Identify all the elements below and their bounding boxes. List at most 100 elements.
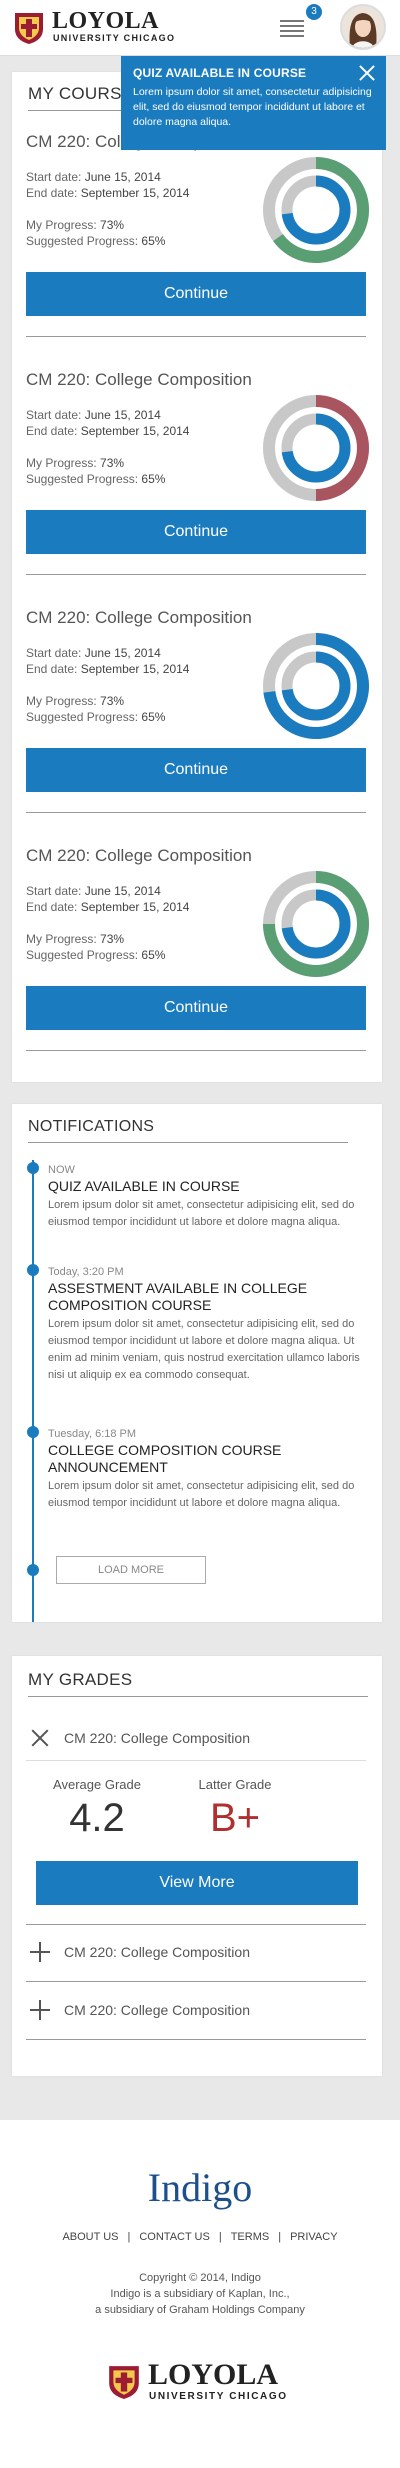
notification-body: Lorem ipsum dolor sit amet, consectetur … xyxy=(48,1480,355,1509)
logo-name: LOYOLA xyxy=(52,8,160,34)
close-icon[interactable] xyxy=(358,64,376,82)
end-date: End date: September 15, 2014 xyxy=(26,662,189,676)
plus-icon[interactable] xyxy=(30,2000,50,2020)
notification-headline: QUIZ AVAILABLE IN COURSE xyxy=(48,1178,240,1194)
my-progress-value: 73% xyxy=(100,932,125,946)
end-date: End date: September 15, 2014 xyxy=(26,186,189,200)
start-date: Start date: June 15, 2014 xyxy=(26,646,161,660)
menu-button[interactable] xyxy=(278,17,306,39)
course-item: CM 220: College Composition Start date: … xyxy=(12,846,382,1066)
course-item: CM 220: College Composition Start date: … xyxy=(12,132,382,352)
end-date-value: September 15, 2014 xyxy=(80,424,190,438)
suggested-progress: Suggested Progress: 65% xyxy=(26,710,165,724)
continue-button[interactable]: Continue xyxy=(26,272,366,316)
course-name[interactable]: CM 220: College Composition xyxy=(26,846,252,866)
my-progress-label: My Progress: xyxy=(26,932,97,946)
grade-row-expanded[interactable]: CM 220: College Composition xyxy=(26,1718,366,1758)
notification-item[interactable]: NOW QUIZ AVAILABLE IN COURSE Lorem ipsum… xyxy=(48,1164,368,1231)
course-item: CM 220: College Composition Start date: … xyxy=(12,370,382,590)
footer-logo-name: LOYOLA xyxy=(148,2358,279,2391)
footer-links: ABOUT US | CONTACT US | TERMS | PRIVACY xyxy=(62,2231,338,2243)
timeline-dot xyxy=(27,1264,39,1276)
notification-count-badge: 3 xyxy=(306,4,322,20)
footer-link-contact[interactable]: CONTACT US xyxy=(139,2231,210,2243)
latter-grade-value: B+ xyxy=(209,1796,261,1840)
app-header: LOYOLA UNIVERSITY CHICAGO 3 xyxy=(0,0,400,56)
notification-headline: COLLEGE COMPOSITION COURSE ANNOUNCEMENT xyxy=(48,1442,282,1475)
continue-button[interactable]: Continue xyxy=(26,510,366,554)
footer-link-about[interactable]: ABOUT US xyxy=(62,2231,118,2243)
end-date-value: September 15, 2014 xyxy=(80,900,190,914)
suggested-progress-label: Suggested Progress: xyxy=(26,710,139,724)
progress-donut-chart xyxy=(263,395,369,501)
notification-body: Lorem ipsum dolor sit amet, consectetur … xyxy=(48,1318,360,1381)
start-date: Start date: June 15, 2014 xyxy=(26,170,161,184)
view-more-button[interactable]: View More xyxy=(36,1861,358,1905)
grade-course-name: CM 220: College Composition xyxy=(64,1944,250,1960)
my-grades-title: MY GRADES xyxy=(28,1670,133,1689)
suggested-progress-value: 65% xyxy=(141,472,166,486)
start-date-label: Start date: xyxy=(26,170,82,184)
grade-course-name: CM 220: College Composition xyxy=(64,2002,250,2018)
notification-time: NOW xyxy=(48,1164,75,1176)
row-divider xyxy=(26,1981,366,1982)
footer-link-terms[interactable]: TERMS xyxy=(231,2231,270,2243)
continue-button[interactable]: Continue xyxy=(26,748,366,792)
start-date-value: June 15, 2014 xyxy=(84,408,161,422)
timeline-dot xyxy=(27,1426,39,1438)
my-progress: My Progress: 73% xyxy=(26,694,124,708)
latter-grade-label: Latter Grade xyxy=(198,1777,272,1792)
grade-row-collapsed[interactable]: CM 220: College Composition xyxy=(26,1990,366,2030)
plus-icon[interactable] xyxy=(30,1942,50,1962)
average-grade-label: Average Grade xyxy=(53,1777,141,1792)
footer-logo-subtitle: UNIVERSITY CHICAGO xyxy=(149,2391,288,2402)
indigo-brand: Indigo xyxy=(147,2165,253,2210)
copyright-text: Copyright © 2014, Indigo Indigo is a sub… xyxy=(0,2270,400,2318)
grade-course-name: CM 220: College Composition xyxy=(64,1730,250,1746)
close-icon[interactable] xyxy=(30,1728,50,1748)
row-divider xyxy=(26,2039,366,2040)
title-divider xyxy=(28,1696,368,1697)
end-date-label: End date: xyxy=(26,900,78,914)
page-footer: Indigo ABOUT US | CONTACT US | TERMS | PRIVACY… xyxy=(0,2120,400,2468)
subsidiary-line: Indigo is a subsidiary of Kaplan, Inc., xyxy=(110,2288,290,2300)
average-grade-value: 4.2 xyxy=(69,1796,125,1840)
notification-item[interactable]: Tuesday, 6:18 PM COLLEGE COMPOSITION COU… xyxy=(48,1428,368,1512)
notification-time: Tuesday, 6:18 PM xyxy=(48,1428,137,1440)
continue-button[interactable]: Continue xyxy=(26,986,366,1030)
end-date-value: September 15, 2014 xyxy=(80,662,190,676)
notification-item[interactable]: Today, 3:20 PM ASSESTMENT AVAILABLE IN C… xyxy=(48,1266,368,1384)
start-date: Start date: June 15, 2014 xyxy=(26,884,161,898)
end-date: End date: September 15, 2014 xyxy=(26,424,189,438)
grade-row-collapsed[interactable]: CM 220: College Composition xyxy=(26,1932,366,1972)
end-date: End date: September 15, 2014 xyxy=(26,900,189,914)
suggested-progress-value: 65% xyxy=(141,234,166,248)
end-date-value: September 15, 2014 xyxy=(80,186,190,200)
start-date-label: Start date: xyxy=(26,646,82,660)
popup-title: QUIZ AVAILABLE IN COURSE xyxy=(133,66,307,80)
course-item: CM 220: College Composition Start date: … xyxy=(12,608,382,828)
end-date-label: End date: xyxy=(26,662,78,676)
my-progress-label: My Progress: xyxy=(26,218,97,232)
suggested-progress-value: 65% xyxy=(141,948,166,962)
popup-body: Lorem ipsum dolor sit amet, consectetur … xyxy=(133,86,372,128)
notification-headline: ASSESTMENT AVAILABLE IN COLLEGE COMPOSIT… xyxy=(48,1280,308,1313)
timeline-line xyxy=(32,1160,34,1622)
course-name[interactable]: CM 220: College Composition xyxy=(26,370,252,390)
start-date-label: Start date: xyxy=(26,884,82,898)
notification-time: Today, 3:20 PM xyxy=(48,1266,124,1278)
row-divider xyxy=(26,1760,366,1761)
my-progress: My Progress: 73% xyxy=(26,932,124,946)
course-name[interactable]: CM 220: College Composition xyxy=(26,608,252,628)
course-divider xyxy=(26,812,366,813)
course-divider xyxy=(26,1050,366,1051)
avatar[interactable] xyxy=(340,4,386,50)
footer-link-privacy[interactable]: PRIVACY xyxy=(290,2231,337,2243)
load-more-button[interactable]: LOAD MORE xyxy=(56,1556,206,1584)
course-divider xyxy=(26,574,366,575)
my-courses-card: MY COURSES CM 220: College Composition S… xyxy=(12,72,382,1082)
my-progress-label: My Progress: xyxy=(26,694,97,708)
timeline-dot xyxy=(27,1162,39,1174)
my-progress-value: 73% xyxy=(100,218,125,232)
notifications-card: NOTIFICATIONS NOW QUIZ AVAILABLE IN COUR… xyxy=(12,1104,382,1622)
